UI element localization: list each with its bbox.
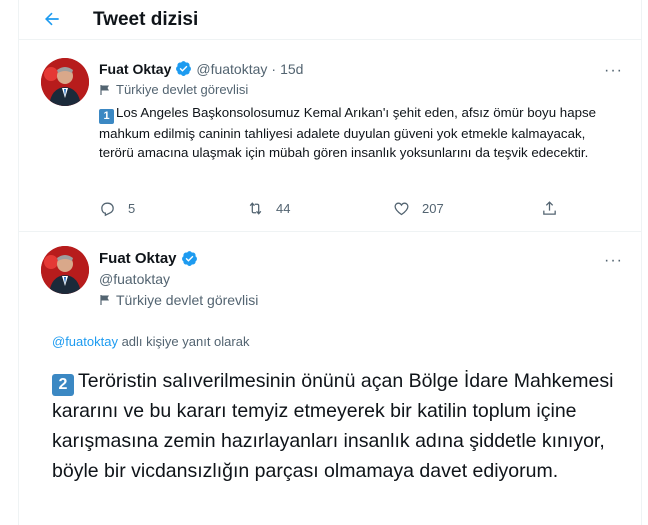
like-button[interactable]: 207 xyxy=(393,200,444,217)
verified-badge-icon xyxy=(176,61,192,76)
heart-icon xyxy=(394,202,409,216)
tweet-1-body: Los Angeles Başkonsolosumuz Kemal Arıkan… xyxy=(99,105,597,160)
avatar[interactable] xyxy=(41,246,89,294)
more-options-button[interactable]: ··· xyxy=(604,62,623,80)
tweet-time[interactable]: 15d xyxy=(280,61,303,77)
separator: · xyxy=(271,60,277,77)
more-options-button[interactable]: ··· xyxy=(604,252,623,270)
number-1-emoji: 1 xyxy=(99,109,114,124)
arrow-left-icon xyxy=(45,12,59,26)
share-icon xyxy=(543,201,556,215)
tweet-thread-panel: Tweet dizisi Fuat Oktay @fuatoktay · 15d… xyxy=(18,0,642,525)
tweet-1-header: Fuat Oktay @fuatoktay · 15d xyxy=(99,60,303,77)
replying-to-label: @fuatoktay adlı kişiye yanıt olarak xyxy=(52,334,249,349)
tweet-1-text: 1 Los Angeles Başkonsolosumuz Kemal Arıka… xyxy=(99,103,619,162)
number-2-emoji: 2 xyxy=(52,374,74,396)
retweet-icon xyxy=(249,202,262,215)
author-name[interactable]: Fuat Oktay xyxy=(99,61,171,77)
flag-icon xyxy=(100,84,109,95)
gov-affiliation-label: Türkiye devlet görevlisi xyxy=(99,82,248,97)
reply-mention-link[interactable]: @fuatoktay xyxy=(52,334,118,349)
reply-suffix: adlı kişiye yanıt olarak xyxy=(117,334,250,349)
author-handle[interactable]: @fuatoktay xyxy=(196,61,267,77)
page-header: Tweet dizisi xyxy=(19,0,641,40)
avatar[interactable] xyxy=(41,58,89,106)
gov-affiliation-text: Türkiye devlet görevlisi xyxy=(116,82,249,97)
flag-icon xyxy=(100,295,109,305)
like-count: 207 xyxy=(422,201,444,216)
back-button[interactable] xyxy=(39,6,65,32)
retweet-button[interactable]: 44 xyxy=(247,200,290,217)
tweet-1-actions: 5 44 207 xyxy=(99,200,569,220)
page-title: Tweet dizisi xyxy=(93,9,199,30)
share-button[interactable] xyxy=(541,200,570,217)
reply-button[interactable]: 5 xyxy=(99,200,135,217)
tweet-1[interactable]: Fuat Oktay @fuatoktay · 15d ··· Türkiye … xyxy=(19,40,641,232)
reply-icon xyxy=(101,202,114,217)
retweet-count: 44 xyxy=(276,201,291,216)
tweet-2-text: 2 Teröristin salıverilmesinin önünü açan … xyxy=(52,366,632,486)
verified-badge-icon xyxy=(181,251,197,266)
gov-affiliation-text: Türkiye devlet görevlisi xyxy=(116,292,259,308)
author-handle[interactable]: @fuatoktay xyxy=(99,271,170,287)
gov-affiliation-label: Türkiye devlet görevlisi xyxy=(99,292,258,308)
author-name[interactable]: Fuat Oktay xyxy=(99,250,177,267)
reply-count: 5 xyxy=(128,201,136,216)
tweet-2-body: Teröristin salıverilmesinin önünü açan B… xyxy=(52,370,614,482)
tweet-2-header: Fuat Oktay xyxy=(99,250,198,267)
